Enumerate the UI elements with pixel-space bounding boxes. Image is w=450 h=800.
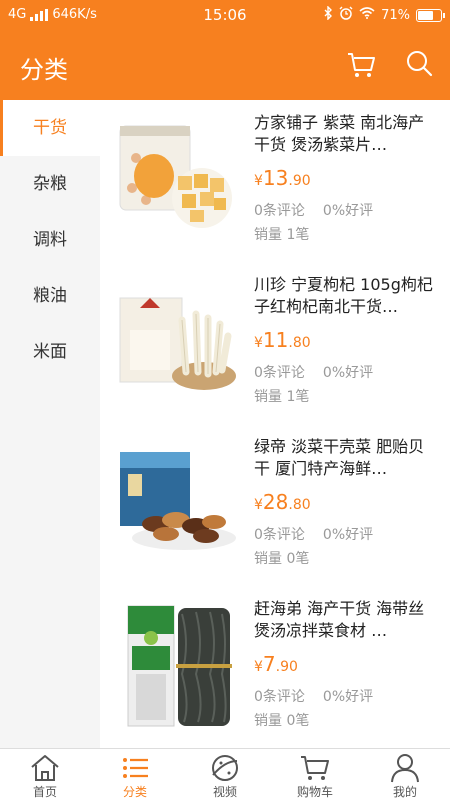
category-list-icon bbox=[123, 758, 148, 778]
battery-icon bbox=[416, 8, 445, 22]
page-title: 分类 bbox=[20, 56, 68, 84]
sales-count: 销量 0笔 bbox=[254, 713, 310, 729]
tab-category-label: 分类 bbox=[122, 785, 147, 799]
battery-fill bbox=[418, 10, 433, 20]
sidebar-item-grain-oil[interactable]: 粮油 bbox=[0, 268, 100, 324]
tab-video[interactable]: 视频 bbox=[180, 749, 270, 800]
sales-count: 销量 0笔 bbox=[254, 551, 310, 567]
tab-cart[interactable]: 购物车 bbox=[270, 749, 360, 800]
alarm-icon bbox=[339, 6, 353, 24]
app-header: 分类 bbox=[0, 30, 450, 100]
product-price: ¥11.80 bbox=[254, 328, 311, 352]
product-name[interactable]: 绿帝 淡菜干壳菜 肥贻贝干 厦门特产海鲜… bbox=[254, 436, 438, 480]
tab-home-label: 首页 bbox=[32, 785, 57, 799]
review-count: 0条评论 bbox=[254, 365, 305, 381]
tab-category[interactable]: 分类 bbox=[90, 749, 180, 800]
review-count: 0条评论 bbox=[254, 527, 305, 543]
search-icon[interactable] bbox=[404, 48, 434, 78]
product-name[interactable]: 方家铺子 紫菜 南北海产干货 煲汤紫菜片… bbox=[254, 112, 438, 156]
review-count: 0条评论 bbox=[254, 689, 305, 705]
bluetooth-icon bbox=[323, 5, 333, 24]
category-sidebar: 干货 杂粮 调料 粮油 米面 bbox=[0, 100, 100, 748]
home-icon bbox=[31, 755, 59, 781]
tab-cart-label: 购物车 bbox=[296, 785, 333, 799]
tab-video-label: 视频 bbox=[212, 785, 237, 799]
product-price: ¥7.90 bbox=[254, 652, 298, 676]
tab-me[interactable]: 我的 bbox=[360, 749, 450, 800]
product-price: ¥13.90 bbox=[254, 166, 311, 190]
status-bar: 4G 646K/s 15:06 71% bbox=[0, 0, 450, 30]
bottom-tab-bar: 首页 分类 视频 购物车 我的 bbox=[0, 748, 450, 800]
sidebar-item-seasonings[interactable]: 调料 bbox=[0, 212, 100, 268]
product-image-mussels[interactable] bbox=[116, 442, 240, 566]
tab-me-label: 我的 bbox=[392, 785, 417, 799]
tab-home[interactable]: 首页 bbox=[0, 749, 90, 800]
wifi-icon bbox=[359, 7, 375, 23]
product-meta: 0条评论 0%好评 bbox=[254, 524, 373, 544]
product-card[interactable]: 川珍 宁夏枸杞 105g枸杞子红枸杞南北干货… ¥11.80 0条评论 0%好评 … bbox=[100, 262, 450, 424]
positive-rating: 0%好评 bbox=[322, 203, 374, 219]
positive-rating: 0%好评 bbox=[322, 365, 374, 381]
product-image-seaweed[interactable] bbox=[116, 118, 240, 242]
product-image-kelp[interactable] bbox=[116, 604, 240, 728]
status-right: 71% bbox=[323, 5, 445, 24]
product-card[interactable]: 赶海弟 海产干货 海带丝 煲汤凉拌菜食材 … ¥7.90 0条评论 0%好评 销量… bbox=[100, 586, 450, 748]
positive-rating: 0%好评 bbox=[322, 527, 374, 543]
sidebar-item-grains[interactable]: 杂粮 bbox=[0, 156, 100, 212]
sidebar-item-rice-noodles[interactable]: 米面 bbox=[0, 324, 100, 380]
sales-count: 销量 1笔 bbox=[254, 227, 310, 243]
cart-icon bbox=[301, 756, 329, 780]
product-list: 方家铺子 紫菜 南北海产干货 煲汤紫菜片… ¥13.90 0条评论 0%好评 销量… bbox=[100, 100, 450, 748]
product-card[interactable]: 方家铺子 紫菜 南北海产干货 煲汤紫菜片… ¥13.90 0条评论 0%好评 销量… bbox=[100, 100, 450, 262]
product-card[interactable]: 绿帝 淡菜干壳菜 肥贻贝干 厦门特产海鲜… ¥28.80 0条评论 0%好评 销量… bbox=[100, 424, 450, 586]
product-image-goji[interactable] bbox=[116, 280, 240, 404]
sales-count: 销量 1笔 bbox=[254, 389, 310, 405]
video-planet-icon bbox=[212, 755, 238, 781]
review-count: 0条评论 bbox=[254, 203, 305, 219]
product-price: ¥28.80 bbox=[254, 490, 311, 514]
sidebar-item-dried-goods[interactable]: 干货 bbox=[0, 100, 100, 156]
shopping-cart-icon[interactable] bbox=[346, 50, 376, 80]
product-name[interactable]: 赶海弟 海产干货 海带丝 煲汤凉拌菜食材 … bbox=[254, 598, 438, 642]
positive-rating: 0%好评 bbox=[322, 689, 374, 705]
product-meta: 0条评论 0%好评 bbox=[254, 686, 373, 706]
product-meta: 0条评论 0%好评 bbox=[254, 362, 373, 382]
product-name[interactable]: 川珍 宁夏枸杞 105g枸杞子红枸杞南北干货… bbox=[254, 274, 438, 318]
battery-percent: 71% bbox=[381, 7, 410, 23]
user-icon bbox=[391, 754, 419, 783]
product-meta: 0条评论 0%好评 bbox=[254, 200, 373, 220]
